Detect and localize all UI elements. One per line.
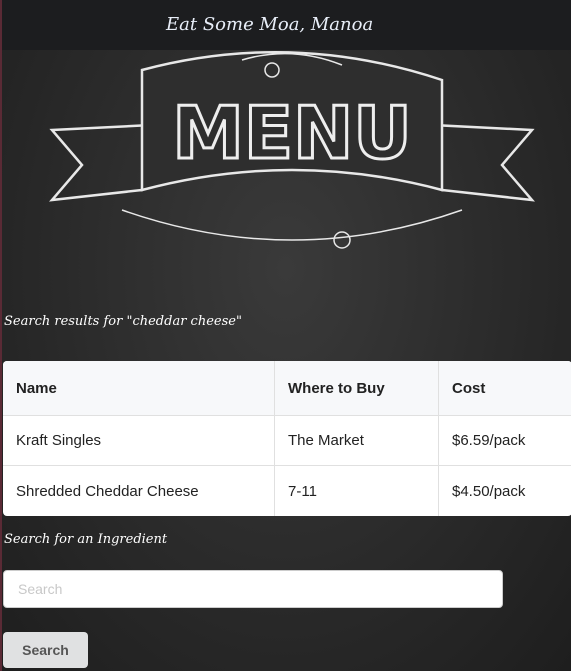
cell-where: 7-11 (275, 466, 439, 516)
results-table: Name Where to Buy Cost Kraft Singles The… (3, 361, 571, 516)
cell-name: Kraft Singles (3, 416, 275, 466)
cell-where: The Market (275, 416, 439, 466)
column-header-name: Name (3, 361, 275, 416)
column-header-cost: Cost (439, 361, 571, 416)
cell-cost: $4.50/pack (452, 482, 526, 500)
menu-banner-image: MENU (48, 50, 536, 249)
search-button[interactable]: Search (3, 632, 88, 668)
search-heading: Search for an Ingredient (4, 532, 168, 547)
search-input[interactable] (3, 570, 503, 608)
column-header-where: Where to Buy (275, 361, 439, 416)
brand-title[interactable]: Eat Some Moa, Manoa (166, 14, 373, 35)
svg-text:MENU: MENU (172, 91, 412, 175)
table-row: Kraft Singles The Market $6.59/pack (3, 416, 571, 466)
results-heading: Search results for "cheddar cheese" (4, 314, 242, 329)
table-row: Shredded Cheddar Cheese 7-11 $4.50/pack (3, 466, 571, 516)
cell-cost: $6.59/pack (439, 416, 571, 466)
cell-name: Shredded Cheddar Cheese (3, 466, 275, 516)
